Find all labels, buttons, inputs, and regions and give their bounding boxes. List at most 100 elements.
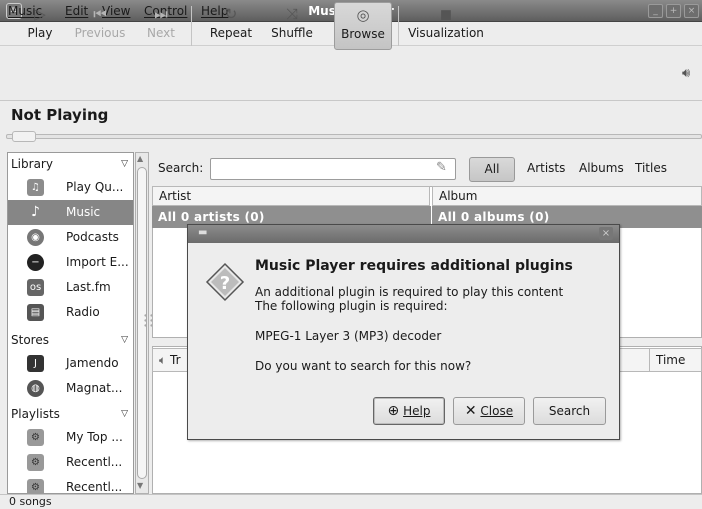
playlists-header-label: Playlists — [11, 407, 60, 421]
close-button-label: Close — [480, 404, 514, 418]
dialog-heading: Music Player requires additional plugins — [255, 258, 573, 274]
music-note-icon: ♪ — [31, 204, 40, 220]
visualization-icon: ◼ — [439, 5, 453, 23]
sidebar-item-radio[interactable]: ▤ Radio — [8, 300, 133, 325]
search-label: Search: — [158, 161, 204, 175]
status-bar: 0 songs — [0, 494, 702, 509]
library-header[interactable]: Library ▽ — [8, 153, 133, 175]
shuffle-icon: ⤨ — [285, 5, 298, 23]
shuffle-label: Shuffle — [271, 26, 313, 40]
play-icon: ▷ — [34, 5, 46, 23]
sidebar-item-label: Play Qu... — [66, 180, 124, 194]
position-slider-handle[interactable] — [12, 131, 36, 142]
filter-albums[interactable]: Albums — [579, 161, 624, 175]
clear-search-icon[interactable]: ✎ — [436, 160, 447, 175]
sidebar-item-label: Recentl... — [66, 480, 123, 494]
sidebar-item-label: Podcasts — [66, 230, 119, 244]
help-button-label: Help — [403, 404, 431, 418]
previous-label: Previous — [74, 26, 126, 40]
scroll-up-icon[interactable]: ▲ — [137, 154, 143, 163]
sidebar-item-lastfm[interactable]: os Last.fm — [8, 275, 133, 300]
gear-icon: ⚙ — [27, 429, 44, 446]
sidebar-item-play-queue[interactable]: ♫ Play Qu... — [8, 175, 133, 200]
sidebar-item-podcasts[interactable]: ◉ Podcasts — [8, 225, 133, 250]
magnatune-icon: ◍ — [27, 380, 44, 397]
filter-titles[interactable]: Titles — [635, 161, 667, 175]
next-button[interactable]: ⏭ Next — [141, 2, 181, 50]
sidebar-item-label: Magnat... — [66, 381, 123, 395]
next-icon: ⏭ — [154, 5, 168, 23]
sidebar-item-playlist[interactable]: ⚙ My Top ... — [8, 425, 133, 450]
close-window-icon[interactable]: × — [684, 4, 699, 18]
gear-icon: ⚙ — [27, 454, 44, 471]
sidebar-item-label: Last.fm — [66, 280, 111, 294]
collapse-icon: ▽ — [121, 159, 128, 169]
dialog-text-line2: The following plugin is required: — [255, 299, 448, 313]
collapse-icon: ▽ — [121, 409, 128, 419]
previous-icon: ⏮ — [93, 5, 107, 23]
search-plugins-button[interactable]: Search — [533, 397, 606, 425]
sidebar-item-label: Radio — [66, 305, 100, 319]
close-button[interactable]: ✕ Close — [453, 397, 525, 425]
podcast-icon: ◉ — [27, 229, 44, 246]
lastfm-icon: os — [27, 279, 44, 296]
visualization-button[interactable]: ◼ Visualization — [407, 2, 485, 50]
toolbar — [0, 47, 702, 101]
previous-button[interactable]: ⏮ Previous — [70, 2, 130, 50]
filter-artists[interactable]: Artists — [527, 161, 565, 175]
dialog-close-icon[interactable]: × — [599, 227, 613, 240]
now-playing-label: Not Playing — [11, 106, 109, 124]
sidebar-item-playlist[interactable]: ⚙ Recentl... — [8, 475, 133, 494]
question-icon: ? — [205, 262, 245, 302]
library-header-label: Library — [11, 157, 53, 171]
gear-icon: ⚙ — [27, 479, 44, 493]
shuffle-button[interactable]: ⤨ Shuffle — [267, 2, 317, 50]
pane-resize-grip[interactable]: ∙∙ ∙∙ ∙∙ — [143, 312, 154, 330]
playlists-header[interactable]: Playlists ▽ — [8, 403, 133, 425]
sidebar-item-label: Jamendo — [66, 356, 119, 370]
filter-all-button[interactable]: All — [469, 157, 515, 182]
position-slider[interactable] — [6, 134, 702, 139]
sidebar-item-music[interactable]: ♪ Music — [8, 200, 133, 225]
next-label: Next — [147, 26, 175, 40]
time-column-header[interactable]: Time — [649, 348, 702, 372]
artist-column-header[interactable]: Artist — [152, 186, 430, 206]
scroll-down-icon[interactable]: ▼ — [137, 481, 143, 490]
minimize-icon[interactable]: _ — [648, 4, 663, 18]
volume-icon[interactable]: 🔊︎ — [682, 66, 690, 81]
dialog-titlebar[interactable]: ▬ × — [188, 225, 619, 243]
album-column-header[interactable]: Album — [432, 186, 702, 206]
plugin-name: MPEG-1 Layer 3 (MP3) decoder — [255, 329, 442, 343]
dialog-question: Do you want to search for this now? — [255, 359, 472, 373]
sidebar-item-playlist[interactable]: ⚙ Recentl... — [8, 450, 133, 475]
stores-header[interactable]: Stores ▽ — [8, 329, 133, 351]
track-title-header: Tr — [170, 353, 181, 367]
toolbar-separator — [191, 6, 192, 46]
svg-text:?: ? — [220, 273, 230, 294]
volume-icon: 🔈︎ — [159, 353, 167, 367]
source-list: Library ▽ ♫ Play Qu... ♪ Music ◉ Podcast… — [7, 152, 134, 494]
browse-icon: ◎ — [356, 6, 370, 24]
missing-plugins-dialog: ▬ × ? Music Player requires additional p… — [187, 224, 620, 440]
visualization-label: Visualization — [408, 26, 484, 40]
sidebar-item-magnatune[interactable]: ◍ Magnat... — [8, 376, 133, 401]
maximize-icon[interactable]: + — [666, 4, 681, 18]
play-button[interactable]: ▷ Play — [14, 2, 66, 50]
repeat-button[interactable]: ↻ Repeat — [205, 2, 257, 50]
repeat-icon: ↻ — [224, 5, 238, 23]
close-icon: ✕ — [464, 403, 477, 419]
dialog-text-line1: An additional plugin is required to play… — [255, 285, 564, 299]
search-input[interactable] — [210, 158, 456, 180]
browse-label: Browse — [341, 27, 385, 41]
repeat-label: Repeat — [209, 26, 253, 40]
help-button[interactable]: ⊕ Help — [373, 397, 445, 425]
sidebar-item-label: Music — [66, 205, 101, 219]
stores-header-label: Stores — [11, 333, 49, 347]
dialog-menu-icon[interactable]: ▬ — [198, 227, 207, 238]
sidebar-item-import-errors[interactable]: − Import E... — [8, 250, 133, 275]
error-icon: − — [27, 254, 44, 271]
collapse-icon: ▽ — [121, 335, 128, 345]
browse-button[interactable]: ◎ Browse — [334, 2, 392, 50]
play-label: Play — [27, 26, 53, 40]
sidebar-item-jamendo[interactable]: J Jamendo — [8, 351, 133, 376]
